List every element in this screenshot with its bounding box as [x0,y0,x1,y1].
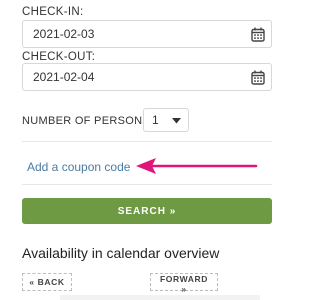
caret-down-icon [172,118,181,124]
persons-label: NUMBER OF PERSONS: [22,115,154,127]
persons-value: 1 [152,113,159,127]
checkout-field[interactable]: 2021-02-04 [22,63,272,91]
checkin-field[interactable]: 2021-02-03 [22,20,272,48]
calendar-icon[interactable] [251,27,265,42]
forward-button[interactable]: FORWARD » [150,273,218,294]
divider [22,184,272,185]
search-button[interactable]: SEARCH » [22,198,272,224]
divider [22,141,272,142]
checkout-label: CHECK-OUT: [22,51,96,63]
checkin-label: CHECK-IN: [22,6,84,18]
add-coupon-link[interactable]: Add a coupon code [27,160,130,174]
calendar-icon[interactable] [251,70,265,85]
calendar-overview [60,295,260,300]
checkout-value: 2021-02-04 [33,70,95,84]
checkin-value: 2021-02-03 [33,27,95,41]
availability-title: Availability in calendar overview [22,245,220,261]
arrow-left-icon [136,158,258,174]
back-button[interactable]: « BACK [22,273,72,291]
persons-select[interactable]: 1 [143,108,189,132]
booking-form: CHECK-IN: 2021-02-03 CHECK-OUT: 2021-02-… [0,0,294,300]
